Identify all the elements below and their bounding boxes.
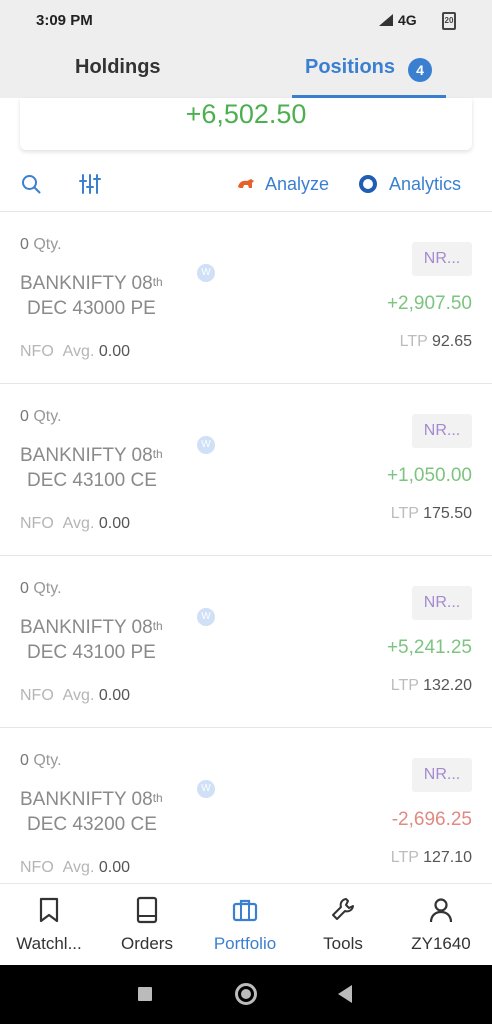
position-contract: DEC 43100 PE — [27, 642, 156, 663]
nav-label: Portfolio — [213, 934, 277, 953]
position-symbol: BANKNIFTY 08th — [20, 273, 163, 294]
briefcase-icon — [232, 899, 258, 922]
position-pnl: -2,696.25 — [391, 809, 472, 830]
weekly-expiry-badge: W — [197, 608, 215, 626]
status-time: 3:09 PM — [36, 12, 93, 29]
positions-toolbar: Analyze Analytics — [0, 162, 492, 208]
position-symbol: BANKNIFTY 08th — [20, 789, 163, 810]
product-type-badge: NR... — [412, 758, 472, 792]
tab-holdings[interactable]: Holdings — [75, 56, 161, 79]
battery-icon: 20 — [442, 12, 456, 30]
bottom-navigation: Watchl... Orders Portfolio Tools ZY1640 — [0, 883, 492, 965]
position-contract: DEC 43100 CE — [27, 470, 157, 491]
top-header: 3:09 PM 4G 20 Holdings Positions 4 — [0, 0, 492, 98]
search-icon[interactable] — [21, 174, 41, 194]
user-icon — [429, 898, 453, 923]
nav-label: Tools — [323, 934, 363, 953]
pnl-summary-card: +6,502.50 — [20, 98, 472, 150]
position-qty: 0 Qty. — [20, 236, 62, 253]
position-contract: DEC 43200 CE — [27, 814, 157, 835]
position-meta: NFO Avg. 0.00 — [20, 859, 130, 876]
nav-profile[interactable]: ZY1640 — [392, 884, 490, 966]
nav-label: Orders — [121, 934, 173, 953]
position-meta: NFO Avg. 0.00 — [20, 343, 130, 360]
position-pnl: +2,907.50 — [386, 293, 472, 314]
bull-icon[interactable] — [236, 175, 256, 193]
total-pnl: +6,502.50 — [185, 99, 307, 129]
nav-tools[interactable]: Tools — [294, 884, 392, 966]
position-symbol: BANKNIFTY 08th — [20, 445, 163, 466]
weekly-expiry-badge: W — [197, 264, 215, 282]
position-qty: 0 Qty. — [20, 408, 62, 425]
book-icon — [136, 896, 158, 924]
nav-watchlist[interactable]: Watchl... — [0, 884, 98, 966]
position-row[interactable]: 0 Qty. BANKNIFTY 08th W DEC 43000 PE NFO… — [0, 212, 492, 384]
nav-portfolio[interactable]: Portfolio — [196, 884, 294, 966]
position-symbol: BANKNIFTY 08th — [20, 617, 163, 638]
product-type-badge: NR... — [412, 242, 472, 276]
weekly-expiry-badge: W — [197, 780, 215, 798]
home-icon[interactable] — [235, 983, 257, 1005]
position-ltp: LTP 132.20 — [390, 677, 472, 694]
weekly-expiry-badge: W — [197, 436, 215, 454]
product-type-badge: NR... — [412, 586, 472, 620]
position-ltp: LTP 92.65 — [399, 333, 472, 350]
analytics-ring-icon[interactable] — [358, 174, 378, 194]
position-qty: 0 Qty. — [20, 580, 62, 597]
position-row[interactable]: 0 Qty. BANKNIFTY 08th W DEC 43100 CE NFO… — [0, 384, 492, 556]
nav-label: Watchl... — [16, 934, 82, 953]
position-ltp: LTP 175.50 — [390, 505, 472, 522]
position-pnl: +1,050.00 — [386, 465, 472, 486]
position-ltp: LTP 127.10 — [390, 849, 472, 866]
position-row[interactable]: 0 Qty. BANKNIFTY 08th W DEC 43200 CE NFO… — [0, 728, 492, 900]
recents-icon[interactable] — [138, 987, 152, 1001]
position-meta: NFO Avg. 0.00 — [20, 515, 130, 532]
position-row[interactable]: 0 Qty. BANKNIFTY 08th W DEC 43100 PE NFO… — [0, 556, 492, 728]
wrench-icon — [332, 898, 354, 920]
analytics-button[interactable]: Analytics — [389, 174, 461, 195]
nav-label: ZY1640 — [411, 934, 471, 953]
network-type: 4G — [398, 12, 417, 28]
filter-sliders-icon[interactable] — [79, 173, 101, 195]
positions-count-badge: 4 — [408, 58, 432, 82]
position-qty: 0 Qty. — [20, 752, 62, 769]
position-contract: DEC 43000 PE — [27, 298, 156, 319]
system-navigation-bar — [0, 965, 492, 1024]
position-meta: NFO Avg. 0.00 — [20, 687, 130, 704]
back-icon[interactable] — [338, 985, 352, 1003]
position-pnl: +5,241.25 — [386, 637, 472, 658]
signal-icon — [379, 14, 393, 26]
nav-orders[interactable]: Orders — [98, 884, 196, 966]
status-bar: 3:09 PM 4G 20 — [0, 0, 492, 42]
bookmark-icon — [39, 897, 59, 923]
tab-positions[interactable]: Positions — [305, 56, 395, 79]
analyze-button[interactable]: Analyze — [265, 174, 329, 195]
product-type-badge: NR... — [412, 414, 472, 448]
